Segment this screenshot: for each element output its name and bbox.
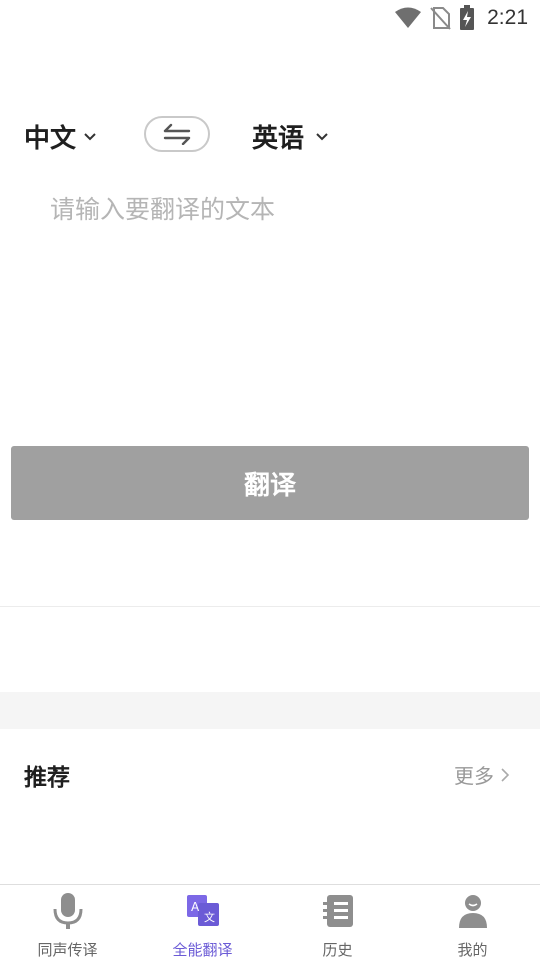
microphone-icon bbox=[53, 893, 82, 929]
nav-label: 全能翻译 bbox=[172, 941, 233, 959]
no-sim-icon bbox=[430, 7, 451, 30]
nav-item-universal-translate[interactable]: A 文 全能翻译 bbox=[135, 885, 270, 961]
nav-label: 同声传译 bbox=[37, 941, 98, 959]
nav-label: 历史 bbox=[322, 941, 353, 959]
nav-item-profile[interactable]: 我的 bbox=[405, 885, 540, 961]
more-link[interactable]: 更多 bbox=[454, 760, 510, 789]
chevron-right-icon bbox=[501, 767, 510, 782]
status-icons: 2:21 bbox=[395, 4, 528, 32]
translate-icon: A 文 bbox=[186, 895, 219, 926]
recommend-title: 推荐 bbox=[24, 765, 70, 791]
translate-button[interactable]: 翻译 bbox=[11, 446, 529, 520]
status-bar: 2:21 bbox=[0, 0, 540, 36]
chevron-down-icon bbox=[84, 132, 96, 140]
profile-icon bbox=[458, 895, 487, 928]
battery-charging-icon bbox=[460, 5, 475, 30]
target-language-dropdown[interactable]: 英语 bbox=[252, 118, 330, 155]
language-selector-row: 中文 英语 bbox=[0, 112, 540, 160]
nav-label: 我的 bbox=[457, 941, 488, 959]
swap-languages-button[interactable] bbox=[144, 116, 210, 152]
svg-text:A: A bbox=[191, 900, 200, 914]
wifi-icon bbox=[395, 7, 422, 28]
translation-input[interactable] bbox=[48, 190, 522, 424]
divider bbox=[0, 606, 540, 607]
target-language-label: 英语 bbox=[252, 124, 305, 154]
source-language-label: 中文 bbox=[24, 124, 77, 154]
history-list-icon bbox=[322, 895, 353, 927]
nav-item-history[interactable]: 历史 bbox=[270, 885, 405, 961]
bottom-nav: 同声传译 A 文 全能翻译 历史 我的 bbox=[0, 884, 540, 961]
chevron-down-icon bbox=[316, 132, 328, 140]
swap-arrows-icon bbox=[163, 123, 191, 145]
source-language-dropdown[interactable]: 中文 bbox=[24, 118, 98, 155]
section-separator bbox=[0, 692, 540, 729]
status-time: 2:21 bbox=[487, 6, 528, 29]
svg-text:文: 文 bbox=[204, 910, 215, 924]
translate-button-label: 翻译 bbox=[243, 470, 296, 501]
nav-item-simultaneous[interactable]: 同声传译 bbox=[0, 885, 135, 961]
more-label: 更多 bbox=[454, 764, 494, 788]
